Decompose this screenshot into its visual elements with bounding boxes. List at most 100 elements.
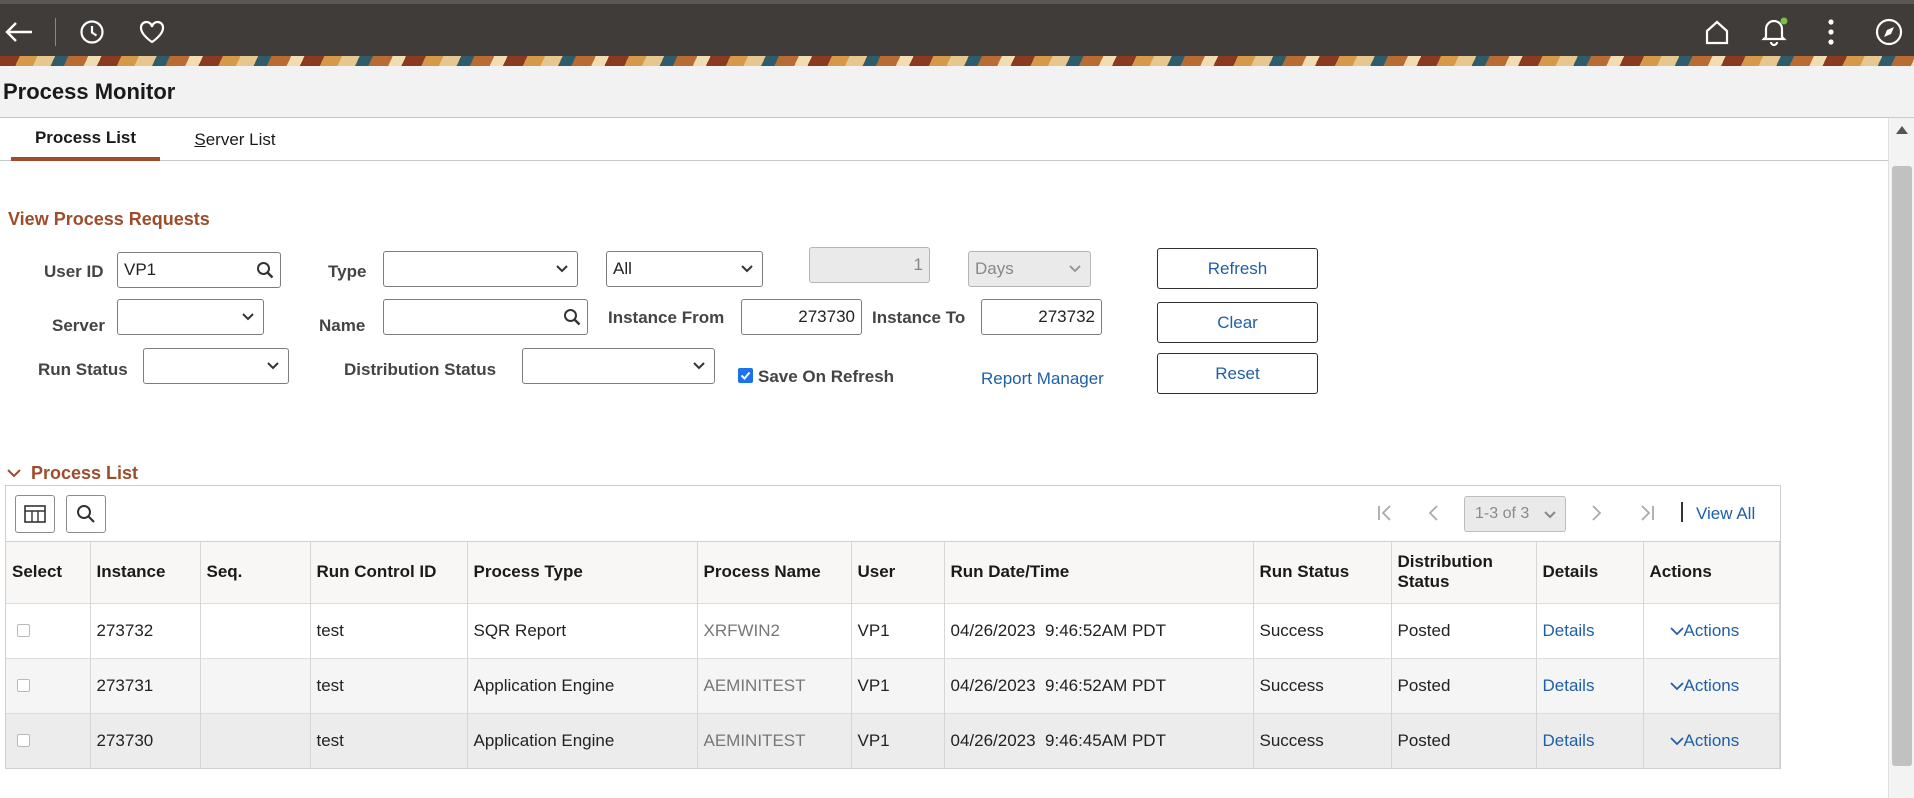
- page-range-select[interactable]: 1-3 of 3: [1464, 496, 1566, 532]
- actions-menu-button[interactable]: Actions: [1669, 676, 1739, 695]
- details-link[interactable]: Details: [1543, 731, 1595, 750]
- refresh-button[interactable]: Refresh: [1157, 248, 1318, 289]
- run-control-cell: test: [310, 657, 468, 713]
- bell-icon[interactable]: [1756, 12, 1792, 50]
- column-header-run-status[interactable]: Run Status: [1253, 542, 1392, 603]
- scroll-up-icon[interactable]: [1896, 126, 1908, 134]
- search-icon[interactable]: [256, 261, 274, 279]
- report-manager-link[interactable]: Report Manager: [981, 369, 1104, 389]
- reset-button[interactable]: Reset: [1157, 353, 1318, 394]
- instance-from-label: Instance From: [608, 308, 725, 327]
- tab-server-list[interactable]: Server List: [180, 118, 290, 161]
- distribution-status-select[interactable]: [522, 348, 715, 384]
- process-type-cell: Application Engine: [467, 657, 698, 713]
- actions-cell: Actions: [1643, 602, 1780, 658]
- run-status-cell: Success: [1253, 712, 1392, 768]
- instance-to-label: Instance To: [872, 308, 966, 327]
- seq-cell: [200, 602, 311, 658]
- run-status-select[interactable]: [143, 348, 289, 384]
- actions-cell: Actions: [1643, 712, 1780, 768]
- page-header: Process Monitor: [0, 66, 1914, 118]
- distribution-status-label: Distribution Status: [344, 360, 497, 379]
- process-name-cell: AEMINITEST: [697, 657, 852, 713]
- instance-cell: 273731: [90, 657, 201, 713]
- personalize-grid-button[interactable]: [15, 495, 55, 533]
- save-on-refresh-checkbox[interactable]: [738, 368, 753, 383]
- process-list-title[interactable]: Process List: [31, 463, 138, 484]
- view-all-link[interactable]: View All: [1696, 504, 1755, 524]
- server-select[interactable]: [117, 299, 264, 335]
- actions-cell: Actions: [1643, 657, 1780, 713]
- search-icon[interactable]: [563, 308, 581, 326]
- type-select[interactable]: [383, 251, 578, 287]
- scope-select-value: All: [613, 259, 632, 278]
- distribution-status-cell: Posted: [1391, 602, 1537, 658]
- details-cell: Details: [1536, 657, 1644, 713]
- table-row: 273732 test SQR Report XRFWIN2 VP1 04/26…: [6, 602, 1780, 658]
- column-header-process-name[interactable]: Process Name: [697, 542, 852, 603]
- page-title: Process Monitor: [3, 79, 176, 104]
- collapse-toggle[interactable]: [6, 466, 24, 480]
- instance-to-field[interactable]: 273732: [981, 299, 1102, 335]
- heart-icon[interactable]: [135, 14, 169, 50]
- chevron-down-icon: [693, 362, 705, 370]
- days-unit-select: Days: [968, 251, 1091, 287]
- scrollbar-thumb[interactable]: [1892, 166, 1912, 766]
- run-status-label: Run Status: [38, 360, 128, 379]
- divider: [55, 18, 56, 46]
- details-link[interactable]: Details: [1543, 676, 1595, 695]
- instance-cell: 273732: [90, 602, 201, 658]
- column-header-seq[interactable]: Seq.: [200, 542, 311, 603]
- table-row: 273730 test Application Engine AEMINITES…: [6, 712, 1780, 768]
- distribution-status-cell: Posted: [1391, 712, 1537, 768]
- next-page-icon[interactable]: [1591, 504, 1603, 522]
- row-select-checkbox[interactable]: [17, 624, 30, 637]
- user-id-field[interactable]: VP1: [117, 252, 281, 288]
- chevron-down-icon: [741, 265, 753, 273]
- name-label: Name: [319, 316, 366, 335]
- previous-page-icon[interactable]: [1427, 504, 1439, 522]
- process-name-cell: AEMINITEST: [697, 712, 852, 768]
- kebab-menu-icon[interactable]: [1816, 14, 1846, 50]
- column-header-run-control-id[interactable]: Run Control ID: [310, 542, 468, 603]
- details-cell: Details: [1536, 712, 1644, 768]
- scope-select[interactable]: All: [606, 251, 763, 287]
- actions-menu-button[interactable]: Actions: [1669, 621, 1739, 640]
- seq-cell: [200, 657, 311, 713]
- run-control-cell: test: [310, 712, 468, 768]
- column-header-process-type[interactable]: Process Type: [467, 542, 698, 603]
- name-field[interactable]: [383, 299, 588, 335]
- home-icon[interactable]: [1700, 14, 1734, 50]
- chevron-down-icon: [242, 313, 254, 321]
- compass-icon[interactable]: [1871, 14, 1907, 50]
- row-select-checkbox[interactable]: [17, 679, 30, 692]
- row-select-checkbox[interactable]: [17, 734, 30, 748]
- column-header-user[interactable]: User: [851, 542, 945, 603]
- column-header-distribution-status[interactable]: Distribution Status: [1391, 542, 1537, 603]
- actions-menu-button[interactable]: Actions: [1669, 731, 1739, 750]
- run-status-cell: Success: [1253, 657, 1392, 713]
- vertical-scrollbar[interactable]: [1888, 118, 1914, 798]
- clock-icon[interactable]: [76, 14, 108, 50]
- user-cell: VP1: [851, 657, 945, 713]
- last-page-icon[interactable]: [1639, 504, 1655, 522]
- instance-cell: 273730: [90, 712, 201, 768]
- instance-from-field[interactable]: 273730: [741, 299, 862, 335]
- clear-button[interactable]: Clear: [1157, 302, 1318, 343]
- find-in-grid-button[interactable]: [66, 495, 106, 533]
- first-page-icon[interactable]: [1377, 504, 1393, 522]
- column-header-select: Select: [6, 542, 91, 603]
- tab-process-list[interactable]: Process List: [11, 118, 160, 161]
- column-header-run-datetime[interactable]: Run Date/Time: [944, 542, 1254, 603]
- process-name-cell: XRFWIN2: [697, 602, 852, 658]
- details-link[interactable]: Details: [1543, 621, 1595, 640]
- days-count-field: 1: [809, 247, 930, 283]
- chevron-down-icon: [1669, 681, 1684, 690]
- chevron-down-icon: [1544, 511, 1556, 519]
- save-on-refresh-label[interactable]: Save On Refresh: [758, 367, 894, 387]
- seq-cell: [200, 712, 311, 768]
- column-header-instance[interactable]: Instance: [90, 542, 201, 603]
- process-list-grid: 1-3 of 3 View All Select Instance Seq. R…: [5, 485, 1781, 769]
- back-arrow-icon[interactable]: [2, 12, 36, 52]
- chevron-down-icon: [1669, 626, 1684, 635]
